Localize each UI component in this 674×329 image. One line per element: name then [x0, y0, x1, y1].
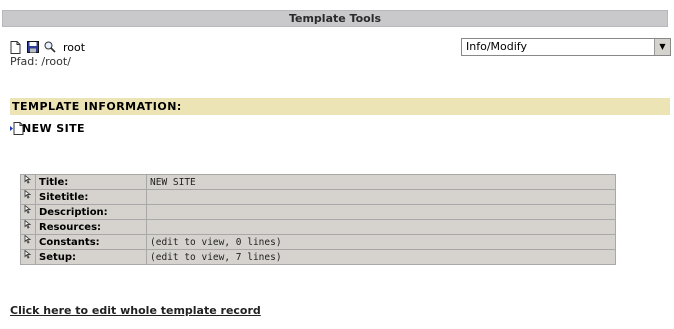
table-row: Resources: — [20, 219, 616, 235]
page-icon[interactable] — [10, 40, 21, 54]
save-icon[interactable] — [27, 40, 39, 54]
edit-icon[interactable] — [20, 249, 36, 265]
path-text: Pfad: /root/ — [10, 55, 71, 68]
field-value: (edit to view, 7 lines) — [146, 249, 616, 265]
edit-icon[interactable] — [20, 234, 36, 250]
section-title: TEMPLATE INFORMATION: — [12, 100, 182, 113]
template-tools-panel: Template Tools root Pfad: /root/ Info/Mo… — [2, 2, 671, 327]
chevron-down-icon[interactable]: ▼ — [654, 39, 670, 55]
edit-icon[interactable] — [20, 189, 36, 205]
edit-icon[interactable] — [20, 204, 36, 220]
mode-select[interactable]: Info/Modify ▼ — [461, 38, 671, 56]
table-row: Constants: (edit to view, 0 lines) — [20, 234, 616, 250]
field-value — [146, 219, 616, 235]
section-header: TEMPLATE INFORMATION: — [10, 98, 670, 115]
field-label: Resources: — [35, 219, 147, 235]
edit-template-link[interactable]: Click here to edit whole template record — [10, 304, 261, 317]
site-label[interactable]: NEW SITE — [22, 122, 85, 135]
field-value: NEW SITE — [146, 174, 616, 190]
panel-title: Template Tools — [288, 12, 382, 25]
table-row: Title: NEW SITE — [20, 174, 616, 190]
field-label: Setup: — [35, 249, 147, 265]
table-row: Description: — [20, 204, 616, 220]
field-value — [146, 189, 616, 205]
site-page-icon — [10, 122, 24, 135]
field-value: (edit to view, 0 lines) — [146, 234, 616, 250]
site-item[interactable]: NEW SITE — [10, 122, 85, 135]
table-row: Sitetitle: — [20, 189, 616, 205]
field-label: Description: — [35, 204, 147, 220]
root-label[interactable]: root — [63, 41, 85, 54]
search-icon[interactable] — [44, 41, 56, 54]
edit-icon[interactable] — [20, 174, 36, 190]
table-row: Setup: (edit to view, 7 lines) — [20, 249, 616, 265]
field-label: Constants: — [35, 234, 147, 250]
template-info-table: Title: NEW SITE Sitetitle: Description: Reso… — [20, 174, 616, 265]
edit-icon[interactable] — [20, 219, 36, 235]
panel-title-bar: Template Tools — [2, 10, 668, 27]
field-label: Sitetitle: — [35, 189, 147, 205]
mode-select-value: Info/Modify — [466, 40, 527, 53]
toolbar: root — [10, 39, 85, 55]
field-value — [146, 204, 616, 220]
field-label: Title: — [35, 174, 147, 190]
